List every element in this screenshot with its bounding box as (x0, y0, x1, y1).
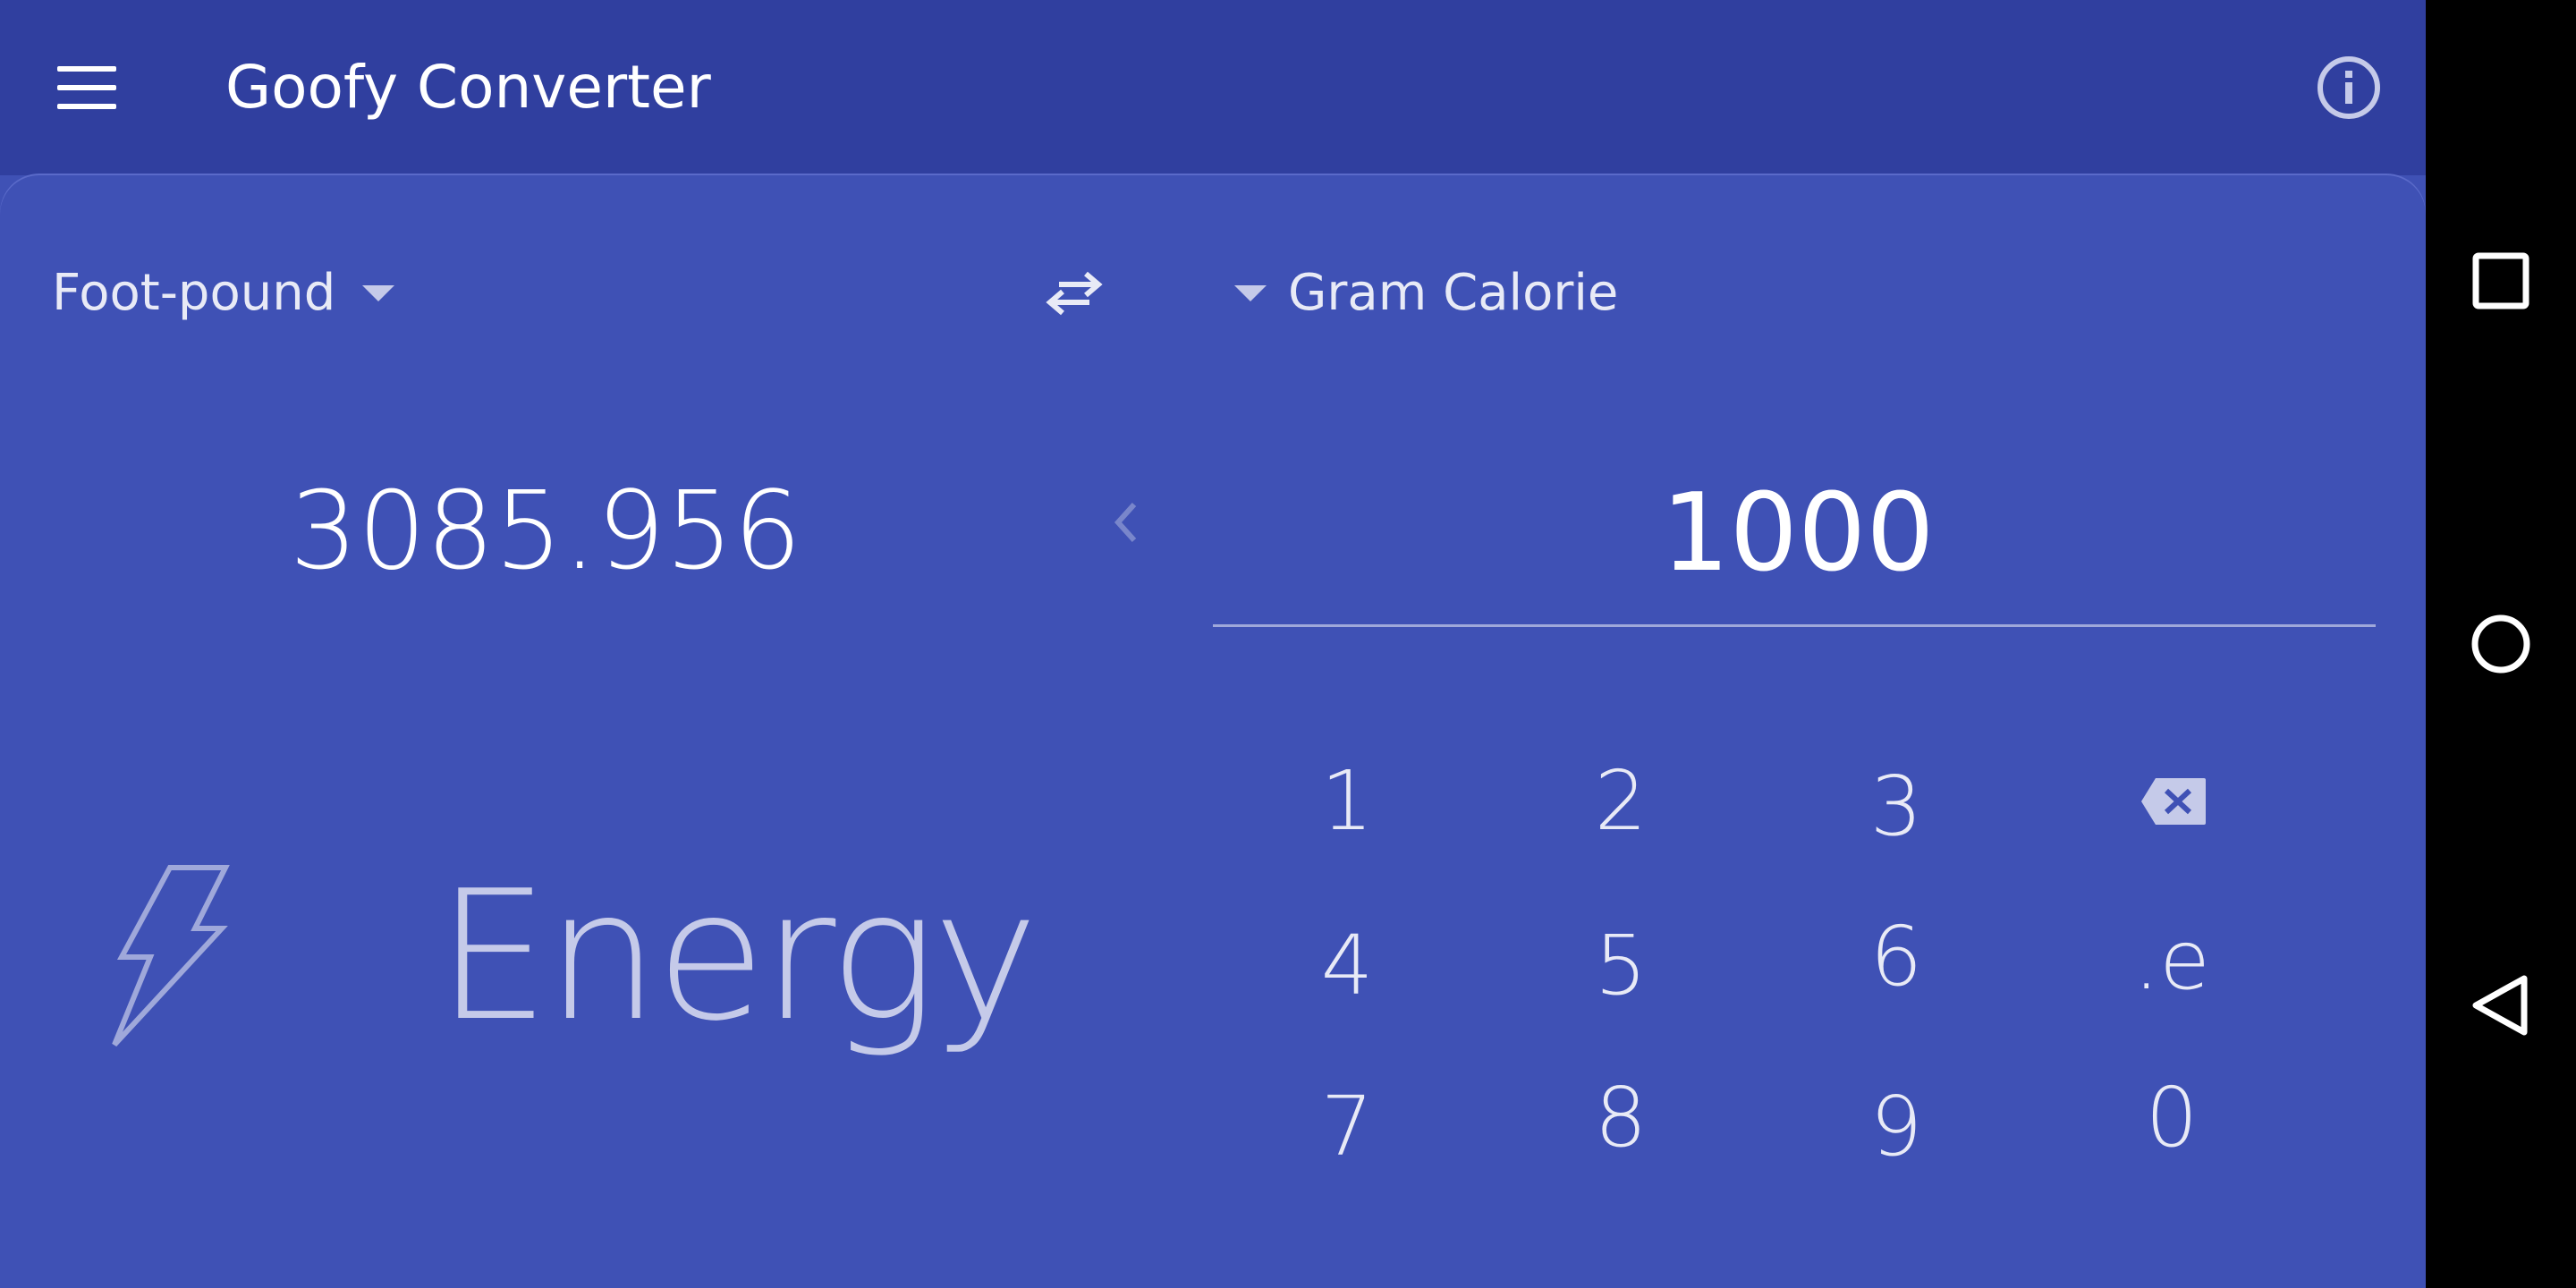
swap-arrows-icon[interactable] (1041, 265, 1107, 322)
app-screen: Goofy Converter Foot-pound Gram Calorie … (0, 0, 2426, 1288)
key-1[interactable]: 1 (1258, 739, 1436, 864)
from-unit-label: Foot-pound (52, 264, 336, 322)
home-circle-icon[interactable] (2462, 605, 2540, 683)
category-label: Energy (436, 852, 1038, 1061)
to-unit-dropdown[interactable]: Gram Calorie (1234, 261, 1618, 326)
converter-sheet (0, 175, 2426, 1288)
app-title: Goofy Converter (225, 53, 711, 122)
key-5[interactable]: 5 (1531, 903, 1710, 1029)
key-7[interactable]: 7 (1258, 1064, 1436, 1190)
chevron-down-icon (1234, 285, 1267, 301)
from-unit-dropdown[interactable]: Foot-pound (52, 261, 395, 326)
key-0[interactable]: 0 (2082, 1055, 2261, 1181)
from-value: 3085.956 (289, 470, 802, 594)
menu-icon[interactable] (57, 66, 116, 109)
key-4[interactable]: 4 (1258, 903, 1436, 1029)
recents-square-icon[interactable] (2462, 242, 2540, 320)
key-9[interactable]: 9 (1807, 1064, 1986, 1190)
app-bar: Goofy Converter (0, 0, 2426, 175)
info-icon[interactable] (2317, 55, 2381, 120)
key-3[interactable]: 3 (1807, 744, 1986, 869)
chevron-down-icon (362, 285, 395, 301)
chevron-left-icon[interactable] (1107, 497, 1143, 547)
backspace-icon[interactable] (2140, 776, 2207, 826)
input-underline (1213, 624, 2376, 627)
lightning-bolt-icon (112, 865, 230, 1047)
key-6[interactable]: 6 (1807, 894, 1986, 1020)
to-value-input[interactable]: 1000 (1216, 467, 2379, 601)
key-exponent[interactable]: .e (2082, 898, 2261, 1023)
back-triangle-icon[interactable] (2462, 966, 2540, 1045)
key-8[interactable]: 8 (1531, 1055, 1710, 1181)
key-2[interactable]: 2 (1531, 739, 1710, 864)
to-unit-label: Gram Calorie (1288, 264, 1619, 322)
system-nav-bar (2426, 0, 2576, 1288)
